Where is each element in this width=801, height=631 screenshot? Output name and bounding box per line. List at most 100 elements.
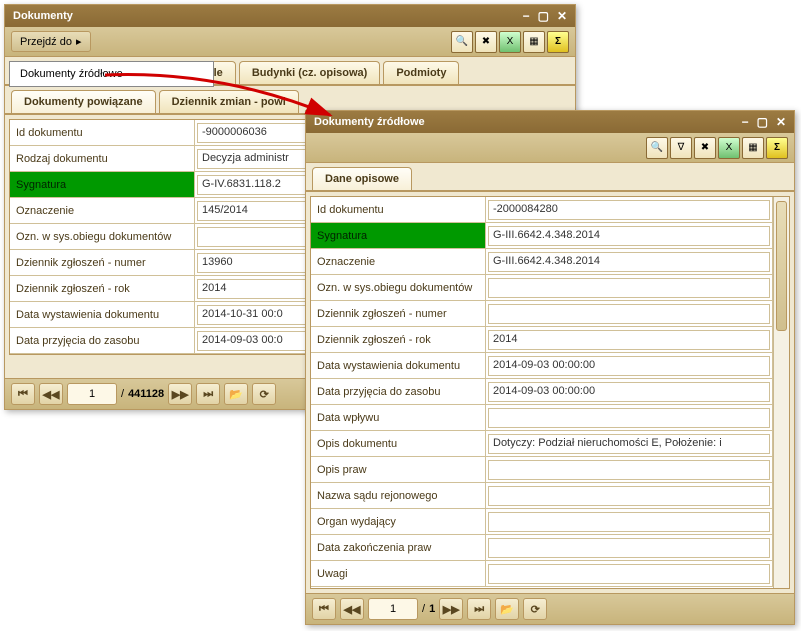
window-controls: − ▢ ✕ xyxy=(742,115,786,129)
search-icon[interactable]: 🔍 xyxy=(646,137,668,159)
pager-next[interactable]: ▶▶ xyxy=(439,598,463,620)
window-controls: − ▢ ✕ xyxy=(523,9,567,23)
field-row: Nazwa sądu rejonowego xyxy=(311,483,773,509)
pager-page-input[interactable] xyxy=(368,598,418,620)
tab-dziennik-zmian[interactable]: Dziennik zmian - powi xyxy=(159,90,299,113)
field-label: Data wystawienia dokumentu xyxy=(311,353,486,378)
field-label: Oznaczenie xyxy=(10,198,195,223)
filter-icon[interactable]: ∇ xyxy=(670,137,692,159)
pager-first[interactable]: ⏮ xyxy=(11,383,35,405)
pager-last[interactable]: ⏭ xyxy=(467,598,491,620)
columns-icon[interactable]: ▦ xyxy=(742,137,764,159)
field-label: Sygnatura xyxy=(10,172,195,197)
pager-page-input[interactable] xyxy=(67,383,117,405)
close-icon[interactable]: ✕ xyxy=(557,9,567,23)
refresh-icon[interactable]: ⟳ xyxy=(252,383,276,405)
przejdz-do-dropdown: Dokumenty źródłowe xyxy=(9,61,214,87)
titlebar: Dokumenty źródłowe − ▢ ✕ xyxy=(306,111,794,133)
field-value[interactable]: 2014-09-03 00:00:00 xyxy=(486,379,773,404)
field-row: Id dokumentu-2000084280 xyxy=(311,197,773,223)
field-label: Oznaczenie xyxy=(311,249,486,274)
close-icon[interactable]: ✕ xyxy=(776,115,786,129)
excel-export-icon[interactable]: X xyxy=(499,31,521,53)
field-value[interactable]: -2000084280 xyxy=(486,197,773,222)
excel-export-icon[interactable]: X xyxy=(718,137,740,159)
field-value[interactable] xyxy=(486,457,773,482)
sigma-icon[interactable]: Σ xyxy=(766,137,788,159)
sigma-icon[interactable]: Σ xyxy=(547,31,569,53)
field-row: SygnaturaG-III.6642.4.348.2014 xyxy=(311,223,773,249)
columns-icon[interactable]: ▦ xyxy=(523,31,545,53)
pager-first[interactable]: ⏮ xyxy=(312,598,336,620)
field-value[interactable]: G-III.6642.4.348.2014 xyxy=(486,223,773,248)
maximize-icon[interactable]: ▢ xyxy=(757,115,768,129)
field-label: Organ wydający xyxy=(311,509,486,534)
field-label: Id dokumentu xyxy=(10,120,195,145)
field-label: Data wpływu xyxy=(311,405,486,430)
tab-budynki[interactable]: Budynki (cz. opisowa) xyxy=(239,61,381,84)
minimize-icon[interactable]: − xyxy=(523,9,530,23)
field-row: Uwagi xyxy=(311,561,773,587)
field-label: Nazwa sądu rejonowego xyxy=(311,483,486,508)
field-label: Sygnatura xyxy=(311,223,486,248)
field-value[interactable] xyxy=(486,405,773,430)
field-value[interactable] xyxy=(486,483,773,508)
field-row: Data zakończenia praw xyxy=(311,535,773,561)
field-label: Opis praw xyxy=(311,457,486,482)
scrollbar[interactable] xyxy=(773,197,789,588)
field-label: Dziennik zgłoszeń - rok xyxy=(311,327,486,352)
przejdz-do-button[interactable]: Przejdź do ▸ xyxy=(11,31,91,52)
pager-total: 1 xyxy=(429,603,435,615)
pager-next[interactable]: ▶▶ xyxy=(168,383,192,405)
field-label: Dziennik zgłoszeń - rok xyxy=(10,276,195,301)
field-label: Ozn. w sys.obiegu dokumentów xyxy=(311,275,486,300)
maximize-icon[interactable]: ▢ xyxy=(538,9,549,23)
chevron-right-icon: ▸ xyxy=(76,35,82,48)
filter-clear-icon[interactable]: ✖ xyxy=(475,31,497,53)
tab-dokumenty-powiazane[interactable]: Dokumenty powiązane xyxy=(11,90,156,113)
field-row: OznaczenieG-III.6642.4.348.2014 xyxy=(311,249,773,275)
folder-icon[interactable]: 📂 xyxy=(495,598,519,620)
field-value[interactable] xyxy=(486,509,773,534)
window-title: Dokumenty xyxy=(13,10,73,22)
search-icon[interactable]: 🔍 xyxy=(451,31,473,53)
pager-total: 441128 xyxy=(128,388,164,400)
field-value[interactable]: 2014-09-03 00:00:00 xyxy=(486,353,773,378)
field-row: Organ wydający xyxy=(311,509,773,535)
scrollbar-thumb[interactable] xyxy=(776,201,787,331)
field-row: Data wpływu xyxy=(311,405,773,431)
field-row: Ozn. w sys.obiegu dokumentów xyxy=(311,275,773,301)
pager-prev[interactable]: ◀◀ xyxy=(39,383,63,405)
field-row: Dziennik zgłoszeń - rok2014 xyxy=(311,327,773,353)
toolbar: 🔍 ✖ X ▦ Σ xyxy=(451,31,569,53)
field-label: Opis dokumentu xyxy=(311,431,486,456)
pager-last[interactable]: ⏭ xyxy=(196,383,220,405)
folder-icon[interactable]: 📂 xyxy=(224,383,248,405)
field-label: Data zakończenia praw xyxy=(311,535,486,560)
toolbar: 🔍 ∇ ✖ X ▦ Σ xyxy=(646,137,788,159)
menubar: Przejdź do ▸ 🔍 ✖ X ▦ Σ xyxy=(5,27,575,57)
dropdown-dokumenty-zrodlowe[interactable]: Dokumenty źródłowe xyxy=(10,62,213,86)
pager: ⏮ ◀◀ / 1 ▶▶ ⏭ 📂 ⟳ xyxy=(306,593,794,624)
field-value[interactable]: 2014 xyxy=(486,327,773,352)
field-value[interactable] xyxy=(486,301,773,326)
refresh-icon[interactable]: ⟳ xyxy=(523,598,547,620)
tab-podmioty[interactable]: Podmioty xyxy=(383,61,459,84)
field-value[interactable] xyxy=(486,561,773,586)
field-value[interactable]: G-III.6642.4.348.2014 xyxy=(486,249,773,274)
field-row: Data przyjęcia do zasobu2014-09-03 00:00… xyxy=(311,379,773,405)
field-label: Ozn. w sys.obiegu dokumentów xyxy=(10,224,195,249)
field-value[interactable] xyxy=(486,535,773,560)
pager-prev[interactable]: ◀◀ xyxy=(340,598,364,620)
field-row: Dziennik zgłoszeń - numer xyxy=(311,301,773,327)
field-label: Data przyjęcia do zasobu xyxy=(10,328,195,353)
minimize-icon[interactable]: − xyxy=(742,115,749,129)
field-value[interactable]: Dotyczy: Podział nieruchomości E, Położe… xyxy=(486,431,773,456)
field-label: Dziennik zgłoszeń - numer xyxy=(10,250,195,275)
field-value[interactable] xyxy=(486,275,773,300)
field-label: Data przyjęcia do zasobu xyxy=(311,379,486,404)
filter-clear-icon[interactable]: ✖ xyxy=(694,137,716,159)
field-row: Data wystawienia dokumentu2014-09-03 00:… xyxy=(311,353,773,379)
titlebar: Dokumenty − ▢ ✕ xyxy=(5,5,575,27)
tab-dane-opisowe[interactable]: Dane opisowe xyxy=(312,167,412,190)
